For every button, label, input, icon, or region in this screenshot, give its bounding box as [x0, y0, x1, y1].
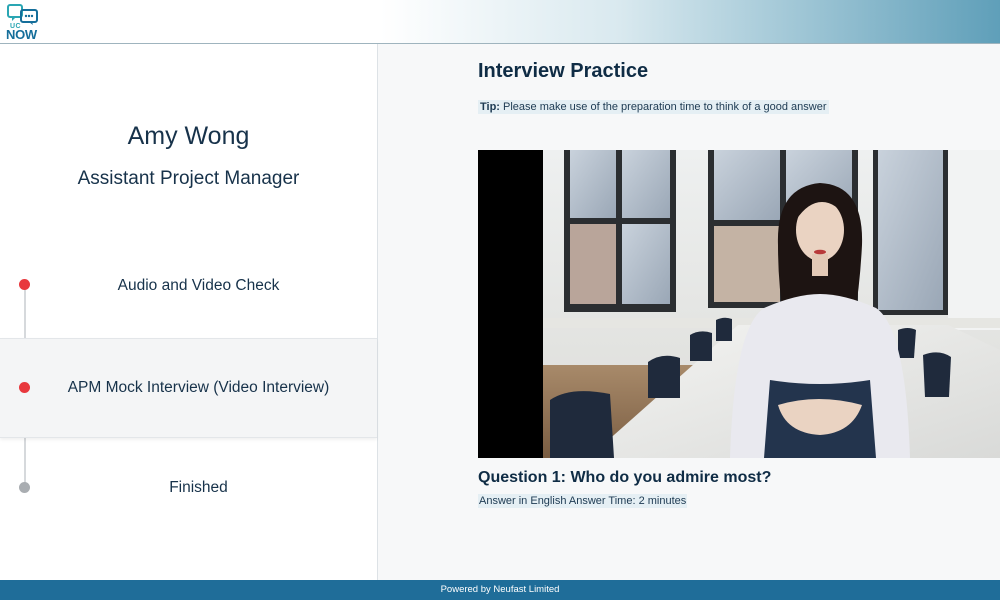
office-interviewer-image — [478, 150, 1000, 458]
logo-main-text: NOW — [6, 27, 37, 42]
step-label: APM Mock Interview (Video Interview) — [67, 379, 330, 396]
app-header: UC NOW — [0, 0, 1000, 44]
step-label: Finished — [169, 479, 228, 496]
tip-label: Tip: — [480, 101, 500, 113]
candidate-name: Amy Wong — [127, 122, 250, 150]
uc-now-logo[interactable]: UC NOW — [4, 3, 44, 42]
footer: Powered by Neufast Limited — [0, 580, 1000, 600]
step-apm-mock-interview[interactable]: APM Mock Interview (Video Interview) — [0, 338, 377, 438]
step-audio-video-check[interactable]: Audio and Video Check — [0, 240, 377, 338]
candidate-role: Assistant Project Manager — [77, 168, 300, 189]
interviewer-video[interactable] — [478, 150, 1000, 458]
question-text: Question 1: Who do you admire most? — [478, 469, 772, 486]
sidebar: Amy Wong Assistant Project Manager Audio… — [0, 44, 378, 580]
answer-info: Answer in English Answer Time: 2 minutes — [478, 494, 688, 508]
tip-text: Tip: Please make use of the preparation … — [478, 100, 829, 114]
step-label: Audio and Video Check — [117, 277, 280, 294]
tip-message: Please make use of the preparation time … — [499, 101, 827, 113]
step-finished[interactable]: Finished — [0, 438, 377, 536]
page-title: Interview Practice — [478, 60, 649, 82]
